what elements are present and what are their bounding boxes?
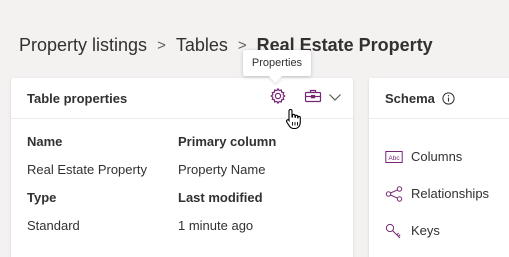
table-properties-grid: Name Primary column Real Estate Property… — [27, 134, 347, 246]
schema-title: Schema — [385, 90, 435, 106]
schema-item-relationships[interactable]: Relationships — [385, 175, 489, 212]
last-modified-value: 1 minute ago — [178, 218, 254, 233]
table-properties-title: Table properties — [27, 90, 128, 106]
type-value: Standard — [27, 218, 80, 233]
columns-icon: Abc — [385, 149, 403, 165]
primary-column-label: Primary column — [178, 134, 277, 149]
schema-header: Schema — [369, 78, 509, 119]
expand-button[interactable] — [327, 88, 343, 108]
page: Property listings > Tables > Real Estate… — [0, 0, 509, 257]
relationships-icon — [385, 185, 403, 202]
properties-tooltip: Properties — [243, 50, 311, 76]
info-icon[interactable] — [442, 91, 455, 105]
type-label: Type — [27, 190, 57, 205]
table-properties-card: Table properties Name Primary column Rea… — [11, 78, 353, 257]
primary-column-value: Property Name — [178, 162, 266, 177]
properties-button[interactable] — [268, 87, 288, 110]
breadcrumb-item-property-listings[interactable]: Property listings — [19, 35, 147, 56]
breadcrumb-item-tables[interactable]: Tables — [176, 35, 228, 56]
breadcrumb-separator: > — [157, 36, 166, 54]
schema-item-label: Columns — [411, 149, 463, 164]
schema-item-label: Relationships — [411, 186, 490, 201]
toolbox-icon — [304, 88, 322, 109]
tools-button[interactable] — [303, 88, 323, 108]
last-modified-label: Last modified — [178, 190, 263, 205]
breadcrumb: Property listings > Tables > Real Estate… — [19, 32, 433, 58]
keys-icon — [385, 223, 403, 239]
hand-pointer-cursor-icon — [285, 108, 303, 130]
table-properties-header: Table properties — [11, 78, 353, 130]
name-label: Name — [27, 134, 63, 149]
schema-list: Abc Columns Relationships Keys — [385, 138, 489, 249]
schema-item-label: Keys — [411, 223, 440, 238]
chevron-down-icon — [328, 89, 342, 107]
svg-text:Abc: Abc — [388, 155, 400, 162]
name-value: Real Estate Property — [27, 162, 147, 177]
schema-item-columns[interactable]: Abc Columns — [385, 138, 489, 175]
schema-item-keys[interactable]: Keys — [385, 212, 489, 249]
schema-card: Schema Abc Columns Relationships Keys — [369, 78, 509, 257]
gear-icon — [269, 87, 287, 110]
